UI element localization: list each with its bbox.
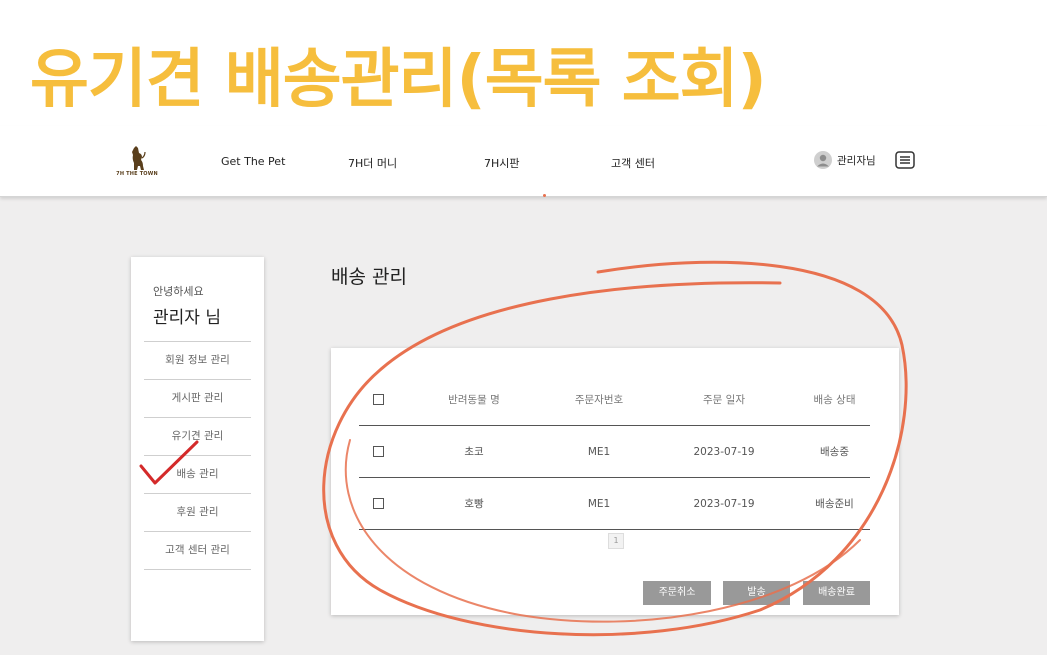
delivery-table-card: 반려동물 명 주문자번호 주문 일자 배송 상태 초코 ME1 2023-07-… xyxy=(331,348,899,615)
row-checkbox[interactable] xyxy=(373,498,384,509)
table-row: 호빵 ME1 2023-07-19 배송준비 xyxy=(359,478,870,530)
cell-pet-name: 호빵 xyxy=(464,498,484,510)
header-status: 배송 상태 xyxy=(813,393,856,406)
admin-name: 관리자 님 xyxy=(153,308,221,328)
app-screenshot: 7H THE TOWN Get The Pet 7H더 머니 7H시판 고객 센… xyxy=(0,126,1047,655)
row-checkbox[interactable] xyxy=(373,446,384,457)
hamburger-menu-icon[interactable] xyxy=(895,151,915,169)
cell-order-date: 2023-07-19 xyxy=(693,497,755,510)
nav-link-money[interactable]: 7H더 머니 xyxy=(348,155,397,171)
nav-link-customer-center[interactable]: 고객 센터 xyxy=(611,155,655,171)
sidebar-item-board[interactable]: 게시판 관리 xyxy=(144,379,251,417)
cancel-order-button[interactable]: 주문취소 xyxy=(643,581,711,605)
nav-link-board[interactable]: 7H시판 xyxy=(484,155,520,171)
sidebar-item-dogs[interactable]: 유기견 관리 xyxy=(144,417,251,455)
sidebar-item-member-info[interactable]: 회원 정보 관리 xyxy=(144,341,251,379)
header-pet-name: 반려동물 명 xyxy=(448,393,500,406)
greeting-text: 안녕하세요 xyxy=(153,285,204,298)
page-title: 배송 관리 xyxy=(331,266,407,288)
user-avatar-icon xyxy=(814,151,832,169)
sidebar-item-delivery[interactable]: 배송 관리 xyxy=(144,455,251,493)
nav-indicator-dot xyxy=(543,194,546,197)
cell-status: 배송중 xyxy=(820,446,849,458)
cell-orderer-no: ME1 xyxy=(587,497,611,510)
sidebar-item-sponsorship[interactable]: 후원 관리 xyxy=(144,493,251,531)
delivery-complete-button[interactable]: 배송완료 xyxy=(803,581,870,605)
brand-logo[interactable]: 7H THE TOWN xyxy=(112,144,162,182)
delivery-table: 반려동물 명 주문자번호 주문 일자 배송 상태 초코 ME1 2023-07-… xyxy=(359,373,870,530)
cell-order-date: 2023-07-19 xyxy=(693,445,755,458)
pagination-page-button[interactable]: 1 xyxy=(608,533,624,549)
user-menu[interactable]: 관리자님 xyxy=(814,150,876,170)
nav-link-get-the-pet[interactable]: Get The Pet xyxy=(221,155,285,168)
cell-orderer-no: ME1 xyxy=(587,445,611,458)
dog-logo-icon xyxy=(132,146,146,170)
logo-text: 7H THE TOWN xyxy=(116,171,158,177)
ship-button[interactable]: 발송 xyxy=(723,581,790,605)
header-order-date: 주문 일자 xyxy=(703,393,745,406)
select-all-checkbox[interactable] xyxy=(373,393,384,405)
slide-title: 유기견 배송관리(목록 조회) xyxy=(30,43,767,117)
header-orderer-no: 주문자번호 xyxy=(574,393,624,406)
table-header-row: 반려동물 명 주문자번호 주문 일자 배송 상태 xyxy=(359,373,870,426)
user-label: 관리자님 xyxy=(837,154,876,167)
sidebar-item-customer-center[interactable]: 고객 센터 관리 xyxy=(144,531,251,570)
cell-status: 배송준비 xyxy=(815,498,854,510)
admin-sidebar: 안녕하세요 관리자 님 회원 정보 관리 게시판 관리 유기견 관리 배송 관리… xyxy=(131,257,264,641)
top-navigation: 7H THE TOWN Get The Pet 7H더 머니 7H시판 고객 센… xyxy=(0,126,1047,197)
sidebar-menu: 회원 정보 관리 게시판 관리 유기견 관리 배송 관리 후원 관리 고객 센터… xyxy=(144,341,251,570)
cell-pet-name: 초코 xyxy=(464,446,484,458)
table-row: 초코 ME1 2023-07-19 배송중 xyxy=(359,426,870,478)
